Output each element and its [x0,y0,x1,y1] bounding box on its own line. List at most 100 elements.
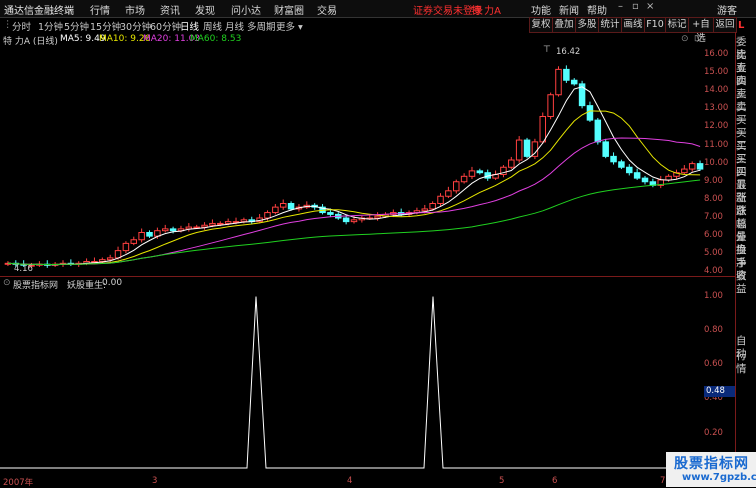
candle-body [161,228,169,232]
draw-line-button[interactable]: 画线 [621,17,645,33]
candle-body [452,181,460,192]
menu-news[interactable]: 资讯 [160,2,180,17]
candle-body [374,215,381,219]
ma60-label: MA60: 8.53 [190,34,242,44]
candle-body [272,206,279,214]
candle-body [586,105,594,121]
candle-body [240,219,248,223]
period-60min[interactable]: 60分钟 [150,19,181,33]
mark-button[interactable]: 标记 [665,17,689,33]
candlestick-chart[interactable] [0,44,704,276]
period-more[interactable]: 更多 ▾ [276,19,303,33]
date-tick-4: 4 [347,476,353,486]
minimize-icon[interactable]: – [618,1,623,12]
period-monthly[interactable]: 月线 [225,19,244,33]
app-title: 通达信金融终端 [4,6,74,17]
date-tick-5: 5 [499,476,505,486]
period-weekly[interactable]: 周线 [203,19,222,33]
candle-body [618,161,625,168]
candle-body [508,159,515,168]
candle-body [217,222,224,225]
f10-button[interactable]: F10 [644,17,666,33]
price-tick: 10.00 [704,157,729,168]
period-daily[interactable]: 日线 [180,19,199,33]
indicator-tick: 0.80 [704,324,723,335]
candle-body [342,217,350,223]
candle-body [688,163,696,170]
quote-label[interactable]: 行情 [736,350,756,376]
candle-body [429,203,436,210]
add-watchlist-button[interactable]: +自选 [688,17,714,44]
menu-newsflash[interactable]: 新闻 [559,2,579,17]
menu-wealth[interactable]: 财富圈 [274,2,304,17]
menu-help[interactable]: 帮助 [587,2,607,17]
menu-market[interactable]: 市场 [125,2,145,17]
indicator-line [0,296,704,469]
title-bar: 通达信金融终端 行情 市场 资讯 发现 问小达 财富圈 交易 证券交易未登录 特… [0,0,756,18]
candle-body [437,195,444,204]
multi-stock-button[interactable]: 多股 [575,17,599,33]
indicator-value: 0.00 [102,278,123,288]
close-icon[interactable]: × [646,1,654,12]
menu-function[interactable]: 功能 [531,2,551,17]
ma5-line [7,86,701,266]
menu-discover[interactable]: 发现 [195,2,215,17]
candle-body [633,172,641,179]
period-multi[interactable]: 多周期 [247,19,276,33]
period-5min[interactable]: 5分钟 [64,19,89,33]
back-button[interactable]: 返回 [713,17,737,33]
watermark-url: www.7gpzb.com [682,472,756,483]
price-tick: 16.00 [704,48,729,59]
period-intraday[interactable]: 分时 [12,19,31,33]
ma20-line [7,137,701,265]
candle-body [169,228,177,232]
menu-quotes[interactable]: 行情 [90,2,110,17]
candle-body [665,175,672,181]
candle-body [138,232,145,241]
menu-ask[interactable]: 问小达 [231,2,261,17]
date-tick-3: 3 [152,476,158,486]
period-15min[interactable]: 15分钟 [90,19,121,33]
indicator-tick: 1.00 [704,290,723,301]
price-tick: 13.00 [704,103,729,114]
price-tick: 7.00 [704,212,723,222]
candle-body [460,175,468,183]
candle-body [146,232,153,237]
price-tick: 9.00 [704,175,723,186]
high-price-label: 16.42 [556,47,581,57]
indicator-menu-icon[interactable]: ⊙ [3,278,11,288]
candle-body [515,139,523,161]
candle-body [476,170,484,174]
date-tick-7: 7 [660,476,666,486]
candle-body [468,170,476,177]
candle-body [539,116,547,143]
price-tick: 8.00 [704,193,723,204]
price-tick: 6.00 [704,230,723,241]
collapse-icon[interactable]: ⊡ [694,34,702,44]
candle-body [350,219,358,223]
maximize-icon[interactable]: ▫ [632,1,639,12]
menu-trade[interactable]: 交易 [317,2,337,17]
stats-button[interactable]: 统计 [598,17,622,33]
period-1min[interactable]: 1分钟 [38,19,63,33]
period-30min[interactable]: 30分钟 [120,19,151,33]
guest-user[interactable]: 游客 [717,2,737,17]
candle-body [209,222,216,226]
indicator-chart[interactable] [0,288,704,476]
price-tick: 11.00 [704,139,729,150]
pane-divider[interactable] [0,276,735,277]
candle-body [421,208,429,212]
candle-body [264,212,271,219]
stock-name: 特 力A [471,6,502,17]
watermark: 股票指标网 www.7gpzb.com [666,452,756,487]
candle-body [641,177,649,183]
overlay-button[interactable]: 叠加 [552,17,576,33]
settings-icon[interactable]: ⊙ [681,34,689,44]
candle-body [106,257,114,261]
candle-body [563,68,570,81]
candle-body [327,212,334,215]
candle-body [523,139,531,157]
candle-body [224,221,232,224]
restore-rights-button[interactable]: 复权 [529,17,553,33]
candle-body [287,203,295,210]
